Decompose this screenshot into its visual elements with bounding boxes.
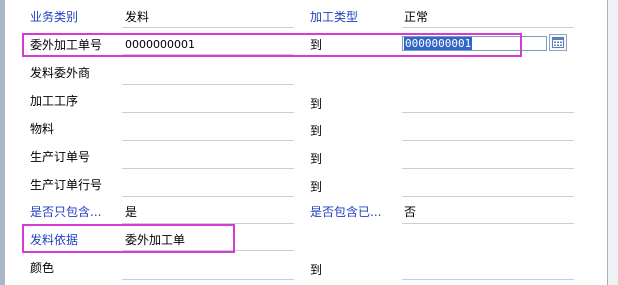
include-already-value[interactable]: 否 <box>404 205 416 219</box>
production-order-no-label: 生产订单号 <box>30 150 91 164</box>
only-include-label: 是否只包含... <box>30 205 102 219</box>
process-to-input[interactable] <box>402 112 574 113</box>
window-right-margin <box>608 0 618 285</box>
process-to-label: 到 <box>310 97 323 111</box>
production-order-no-to-label: 到 <box>310 152 323 166</box>
business-type-label: 业务类别 <box>30 10 79 24</box>
supplier-label: 发料委外商 <box>30 66 91 80</box>
production-order-line-from-input[interactable] <box>122 196 294 197</box>
process-type-underline <box>402 27 574 28</box>
production-order-line-to-input[interactable] <box>402 196 574 197</box>
material-to-label: 到 <box>310 124 323 138</box>
supplier-input[interactable] <box>122 84 294 85</box>
only-include-value[interactable]: 是 <box>125 205 137 219</box>
color-label: 颜色 <box>30 261 55 275</box>
business-type-underline <box>122 27 294 28</box>
include-already-label: 是否包含已... <box>310 205 382 219</box>
process-from-input[interactable] <box>122 112 294 113</box>
process-type-label: 加工类型 <box>310 10 359 24</box>
color-from-input[interactable] <box>122 279 294 280</box>
color-to-input[interactable] <box>402 279 574 280</box>
calendar-grid-icon[interactable] <box>549 34 567 51</box>
production-order-no-to-input[interactable] <box>402 168 574 169</box>
material-label: 物料 <box>30 122 55 136</box>
process-type-value[interactable]: 正常 <box>404 10 428 24</box>
material-from-input[interactable] <box>122 140 294 141</box>
business-type-value[interactable]: 发料 <box>125 10 149 24</box>
production-order-no-from-input[interactable] <box>122 168 294 169</box>
include-already-underline <box>402 223 574 224</box>
material-to-input[interactable] <box>402 140 574 141</box>
production-order-line-label: 生产订单行号 <box>30 178 103 192</box>
color-to-label: 到 <box>310 263 323 277</box>
process-label: 加工工序 <box>30 94 79 108</box>
issue-basis-highlight-box <box>22 224 235 253</box>
order-no-highlight-box <box>22 33 522 57</box>
production-order-line-to-label: 到 <box>310 180 323 194</box>
window-left-border <box>0 0 5 285</box>
